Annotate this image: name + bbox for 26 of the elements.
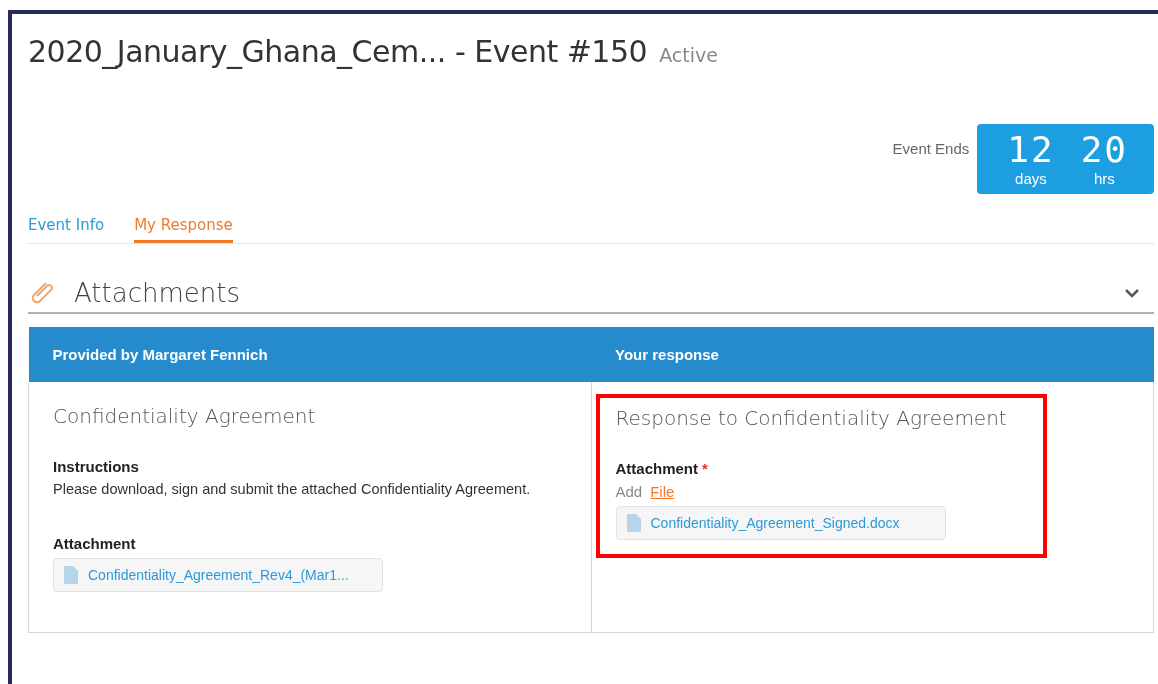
card-title: Response to Confidentiality Agreement [615,406,1008,430]
countdown-unit: hrs [1093,170,1115,187]
status-label: Active [659,44,718,66]
add-label: Add [615,483,643,500]
field-label: Attachment [615,460,698,477]
column-header: Your response [591,327,1154,382]
file-link[interactable]: File [650,483,675,500]
required-mark: * [702,460,708,477]
chevron-icon[interactable] [1124,288,1140,298]
section-title: Attachments [74,278,241,308]
tab[interactable]: My Response [134,214,233,243]
field-label: Instructions [53,458,140,475]
file-link[interactable]: Confidentiality_Agreement_Rev4_(Mar1... [53,558,383,592]
event-title: 2020_January_Ghana_Cem... - Event #150 [28,34,648,69]
countdown-unit: days [1015,170,1047,187]
document-icon [626,514,641,532]
file-link[interactable]: Confidentiality_Agreement_Signed.docx [615,506,946,540]
countdown-value: 20 [1080,130,1128,170]
instructions-text: Please download, sign and submit the attached Confidentiality Agreement. [53,481,532,497]
tab[interactable]: Event Info [28,214,105,243]
countdown-label: Event Ends [892,140,970,157]
card-title: Confidentiality Agreement [53,404,317,428]
field-label: Attachment [53,535,137,552]
document-icon [64,566,78,584]
countdown-value: 12 [1007,130,1055,170]
column-header: Provided by Margaret Fennich [28,327,591,382]
